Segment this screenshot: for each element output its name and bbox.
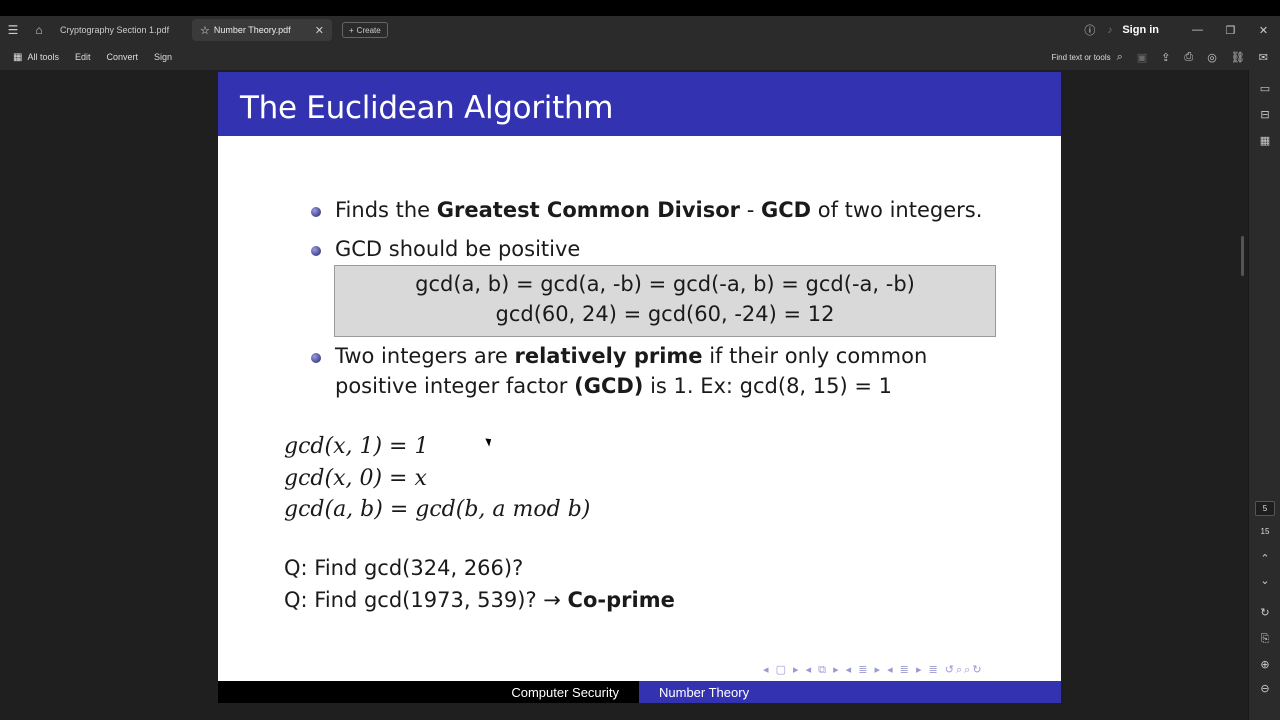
current-page-number[interactable]: 5 [1255,501,1275,516]
bullet-icon [311,246,321,256]
save-icon[interactable]: ▣ [1137,51,1147,64]
bullet-relatively-prime: Two integers are relatively prime if the… [335,344,928,368]
window-close-icon[interactable]: ✕ [1247,24,1280,37]
footer-topic: Number Theory [639,681,1061,703]
search-icon[interactable]: ⌕ [1117,51,1123,64]
zoom-out-icon[interactable]: ⊖ [1249,682,1280,695]
plus-icon: + [349,25,354,35]
print-icon[interactable]: ⎙ [1184,51,1193,64]
extract-icon[interactable]: ⎘ [1249,633,1280,646]
find-text-button[interactable]: Find text or tools [1051,53,1110,62]
tab-label: Cryptography Section 1.pdf [60,25,170,35]
question-1: Q: Find gcd(324, 266)? [284,556,524,580]
toolbar: ▦ All tools Edit Convert Sign Find text … [0,44,1280,70]
upload-icon[interactable]: ⇪ [1161,51,1170,64]
tab-label: Number Theory.pdf [213,25,291,35]
equation-line: gcd(60, 24) = gcd(60, -24) = 12 [495,302,835,326]
grid-icon[interactable]: ▦ [13,52,22,63]
rotate-icon[interactable]: ↻ [1249,606,1280,619]
bullet-relatively-prime-line2: positive integer factor (GCD) is 1. Ex: … [335,374,893,398]
math-rule-1: gcd(x, 1) = 1 [284,434,429,459]
home-icon[interactable]: ⌂ [26,16,52,44]
math-rule-3: gcd(a, b) = gcd(b, a mod b) [284,497,591,522]
edit-button[interactable]: Edit [75,52,91,62]
bullet-gcd-positive: GCD should be positive [335,237,581,261]
window-top-strip [0,0,1280,16]
sign-button[interactable]: Sign [154,52,172,62]
page-down-icon[interactable]: ⌄ [1249,574,1280,587]
link-icon[interactable]: ⛓ [1231,51,1245,64]
comment-icon[interactable]: ▭ [1249,82,1280,95]
scrollbar-thumb[interactable] [1241,236,1244,276]
footer-course: Computer Security [218,681,639,703]
math-rule-2: gcd(x, 0) = x [284,466,427,491]
tab-number-theory[interactable]: ☆ Number Theory.pdf ✕ [192,19,332,41]
tab-bar: ☰ ⌂ Cryptography Section 1.pdf ☆ Number … [0,16,1280,44]
equation-line: gcd(a, b) = gcd(a, -b) = gcd(-a, b) = gc… [415,272,915,296]
equation-box: gcd(a, b) = gcd(a, -b) = gcd(-a, b) = gc… [334,265,996,337]
slide-title: The Euclidean Algorithm [240,90,614,126]
bookmark-icon[interactable]: ⊟ [1249,108,1280,121]
star-icon[interactable]: ☆ [200,24,210,37]
create-button[interactable]: + Create [342,22,388,38]
convert-button[interactable]: Convert [106,52,138,62]
bullet-icon [311,353,321,363]
close-tab-icon[interactable]: ✕ [315,24,324,37]
zoom-in-icon[interactable]: ⊕ [1249,658,1280,671]
restore-icon[interactable]: ❐ [1214,24,1247,37]
mail-icon[interactable]: ✉ [1259,51,1268,64]
help-icon[interactable]: ⓘ [1084,22,1095,38]
tab-cryptography[interactable]: Cryptography Section 1.pdf [52,19,188,41]
thumbnails-icon[interactable]: ▦ [1249,134,1280,147]
pdf-page-slide: The Euclidean Algorithm Finds the Greate… [218,72,1061,703]
ai-assistant-icon[interactable]: ◎ [1207,51,1217,64]
slide-header: The Euclidean Algorithm [218,72,1061,136]
beamer-navigation-symbols[interactable]: ◂ ▢ ▸ ◂ ⧉ ▸ ◂ ≣ ▸ ◂ ≣ ▸ ≣ ↺⌕⌕↻ [763,663,984,677]
bullet-icon [311,207,321,217]
slide-footer: Computer Security Number Theory [218,681,1061,703]
right-sidebar: ▭ ⊟ ▦ 5 15 ⌃ ⌄ ↻ ⎘ ⊕ ⊖ [1248,70,1280,720]
bullet-gcd-definition: Finds the Greatest Common Divisor - GCD … [335,198,983,222]
question-2: Q: Find gcd(1973, 539)? → Co-prime [284,588,675,612]
total-pages: 15 [1260,527,1270,536]
menu-icon[interactable]: ☰ [0,16,26,44]
all-tools-button[interactable]: All tools [27,52,59,62]
page-up-icon[interactable]: ⌃ [1249,552,1280,565]
sign-in-button[interactable]: Sign in [1122,24,1159,36]
bell-icon[interactable]: ♪ [1107,25,1112,36]
minimize-icon[interactable]: — [1181,24,1214,36]
